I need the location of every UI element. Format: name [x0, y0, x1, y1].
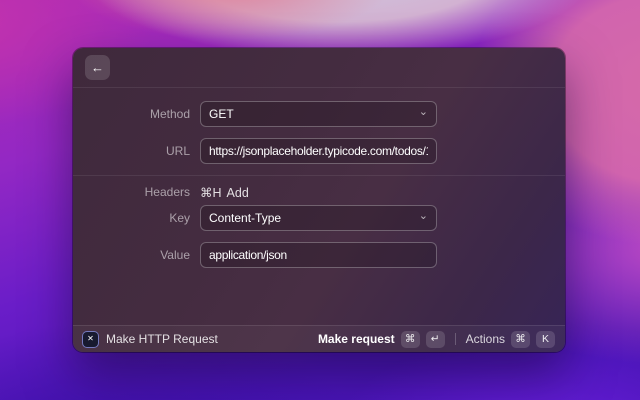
value-label: Value — [160, 248, 190, 262]
method-select[interactable]: GET ⌄ — [200, 101, 437, 127]
key-selected-value: Content-Type — [209, 211, 282, 225]
extension-chip: ✕ Make HTTP Request — [83, 331, 218, 347]
url-label: URL — [165, 144, 190, 158]
method-selected-value: GET — [209, 107, 234, 121]
extension-icon-glyph: ✕ — [87, 334, 94, 343]
extension-icon: ✕ — [83, 331, 98, 347]
section-divider — [73, 175, 565, 176]
back-button[interactable]: ← — [85, 55, 110, 80]
cmd-key-icon: ⌘ — [511, 330, 530, 348]
header-key-row: Key Content-Type ⌄ — [73, 205, 565, 231]
method-label: Method — [149, 107, 190, 121]
header-value-input[interactable] — [200, 242, 437, 268]
method-row: Method GET ⌄ — [73, 101, 565, 127]
action-bar: ✕ Make HTTP Request Make request ⌘ ↵ Act… — [73, 325, 565, 352]
k-key-icon: K — [536, 330, 555, 348]
add-header-shortcut: ⌘H — [200, 185, 222, 200]
add-header-button[interactable]: ⌘H Add — [200, 185, 249, 200]
back-arrow-icon: ← — [91, 60, 104, 75]
key-label: Key — [169, 211, 190, 225]
request-form: Method GET ⌄ URL Headers ⌘H Add Key Conte… — [73, 88, 565, 268]
url-row: URL — [73, 138, 565, 164]
header-value-row: Value — [73, 242, 565, 268]
chevron-down-icon: ⌄ — [418, 105, 428, 118]
footer-actions: Make request ⌘ ↵ Actions ⌘ K — [317, 330, 555, 348]
actions-label: Actions — [465, 332, 505, 346]
window-header: ← — [73, 48, 565, 88]
header-key-select[interactable]: Content-Type ⌄ — [200, 205, 437, 231]
make-request-label: Make request — [317, 332, 395, 346]
url-input[interactable] — [200, 138, 437, 164]
make-request-button[interactable]: Make request ⌘ ↵ — [317, 330, 445, 348]
http-request-window: ← Method GET ⌄ URL Headers ⌘H Add Key Con… — [73, 48, 565, 352]
extension-name: Make HTTP Request — [106, 332, 218, 346]
add-header-label: Add — [226, 185, 249, 200]
return-key-icon: ↵ — [425, 330, 445, 348]
footer-divider — [454, 333, 456, 345]
headers-row: Headers ⌘H Add — [73, 184, 565, 200]
actions-button[interactable]: Actions ⌘ K — [465, 330, 555, 348]
cmd-key-icon: ⌘ — [400, 330, 420, 348]
chevron-down-icon: ⌄ — [418, 209, 428, 222]
headers-label: Headers — [144, 185, 190, 199]
